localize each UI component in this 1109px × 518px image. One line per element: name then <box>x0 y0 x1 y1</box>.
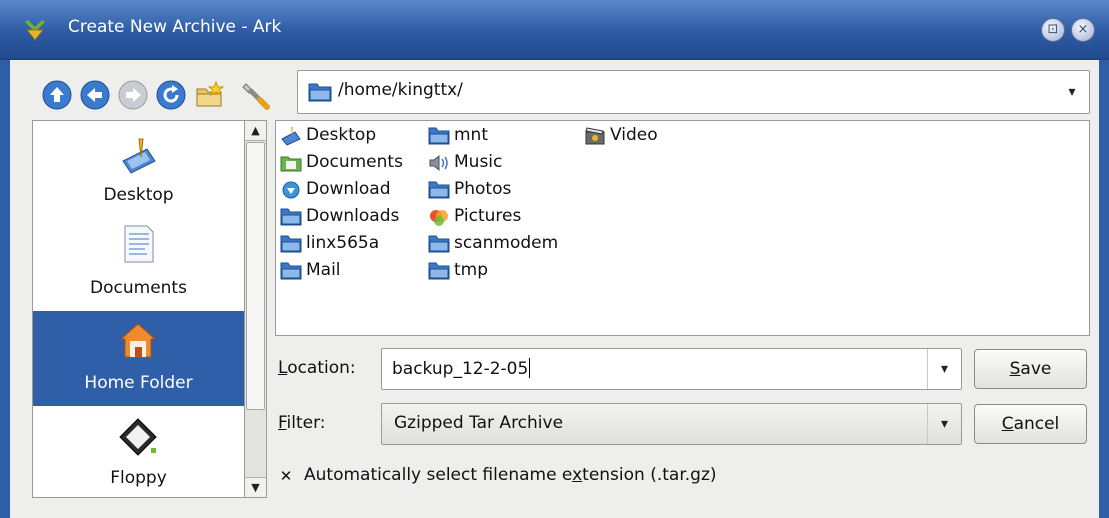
desktop-icon <box>122 138 156 174</box>
documents-folder-icon <box>280 156 302 172</box>
configure-button[interactable] <box>240 79 272 111</box>
close-button[interactable]: × <box>1071 18 1095 42</box>
folder-icon <box>428 262 450 280</box>
arrow-up-icon <box>42 80 72 110</box>
new-folder-button[interactable] <box>194 79 226 111</box>
place-floppy[interactable]: Floppy <box>33 406 244 497</box>
folder-icon <box>428 127 450 145</box>
folder-icon <box>428 235 450 253</box>
filter-value: Gzipped Tar Archive <box>394 413 564 433</box>
desktop-small-icon <box>281 127 301 146</box>
place-home-folder[interactable]: Home Folder <box>33 311 244 406</box>
file-name: Photos <box>454 179 512 199</box>
title-bar[interactable]: Create New Archive - Ark ⊡ × <box>0 0 1109 60</box>
cancel-button[interactable]: Cancel <box>974 404 1087 444</box>
folder-icon <box>280 262 302 280</box>
place-label: Floppy <box>110 468 167 488</box>
file-name: Video <box>610 125 658 145</box>
arrow-left-icon <box>80 80 110 110</box>
text-caret <box>529 358 531 378</box>
places-panel: Desktop Documents Home Folder Floppy <box>32 120 245 498</box>
configure-icon <box>242 83 270 110</box>
ark-create-archive-dialog: Create New Archive - Ark ⊡ × /home/kingt… <box>0 0 1109 518</box>
location-value: backup_12-2-05 <box>392 358 531 379</box>
auto-extension-label[interactable]: Automatically select filename extension … <box>304 465 717 485</box>
arrow-right-icon <box>118 80 148 110</box>
file-name: Download <box>306 179 391 199</box>
back-button[interactable] <box>80 80 110 110</box>
video-folder-icon <box>585 127 605 145</box>
ark-app-icon <box>25 20 45 41</box>
chevron-down-icon[interactable]: ▾ <box>927 349 961 389</box>
file-name: Desktop <box>306 125 377 145</box>
documents-icon <box>124 225 154 263</box>
music-folder-icon <box>429 154 448 172</box>
file-name: Downloads <box>306 206 400 226</box>
filter-combobox[interactable]: Gzipped Tar Archive ▾ <box>381 403 962 445</box>
file-name: Music <box>454 152 503 172</box>
chevron-down-icon[interactable]: ▾ <box>1055 71 1089 113</box>
place-label: Home Folder <box>84 373 193 393</box>
path-combobox[interactable]: /home/kingttx/ ▾ <box>297 70 1090 114</box>
file-name: tmp <box>454 260 489 280</box>
save-button[interactable]: Save <box>974 349 1087 389</box>
scrollbar-thumb[interactable] <box>246 142 265 410</box>
scroll-up-icon[interactable]: ▲ <box>245 121 266 141</box>
maximize-icon: ⊡ <box>1047 22 1059 37</box>
forward-button[interactable] <box>118 80 148 110</box>
up-button[interactable] <box>42 80 72 110</box>
file-name: Pictures <box>454 206 522 226</box>
reload-button[interactable] <box>156 80 186 110</box>
place-desktop[interactable]: Desktop <box>33 121 244 216</box>
download-folder-icon <box>282 181 300 199</box>
place-label: Documents <box>90 278 187 298</box>
maximize-button[interactable]: ⊡ <box>1041 18 1065 42</box>
new-folder-icon <box>196 80 225 107</box>
file-name: Documents <box>306 152 403 172</box>
file-name: mnt <box>454 125 488 145</box>
window-border-left <box>0 60 10 518</box>
folder-icon <box>308 83 332 102</box>
place-documents[interactable]: Documents <box>33 216 244 311</box>
reload-icon <box>156 80 186 110</box>
file-view: Desktop Documents Download Downloads lin… <box>275 120 1090 336</box>
place-label: Desktop <box>103 185 174 205</box>
scroll-down-icon[interactable]: ▼ <box>245 477 266 497</box>
home-folder-icon <box>119 323 157 358</box>
file-name: Mail <box>306 260 341 280</box>
file-name: scanmodem <box>454 233 559 253</box>
folder-icon <box>280 235 302 253</box>
folder-icon <box>428 181 450 199</box>
location-label: Location: <box>278 358 356 378</box>
floppy-icon <box>119 418 157 456</box>
location-input[interactable]: backup_12-2-05 ▾ <box>381 348 962 390</box>
close-icon: × <box>1077 22 1089 37</box>
places-scrollbar[interactable]: ▲ ▼ <box>245 120 267 498</box>
window-border-right <box>1099 60 1109 518</box>
chevron-down-icon[interactable]: ▾ <box>927 404 961 444</box>
path-text: /home/kingttx/ <box>338 80 463 100</box>
filter-label: Filter: <box>278 413 326 433</box>
file-name: linx565a <box>306 233 380 253</box>
pictures-folder-icon <box>430 210 448 226</box>
window-title: Create New Archive - Ark <box>68 17 282 37</box>
auto-extension-checkbox[interactable]: ✕ <box>278 468 294 484</box>
folder-icon <box>280 208 302 226</box>
